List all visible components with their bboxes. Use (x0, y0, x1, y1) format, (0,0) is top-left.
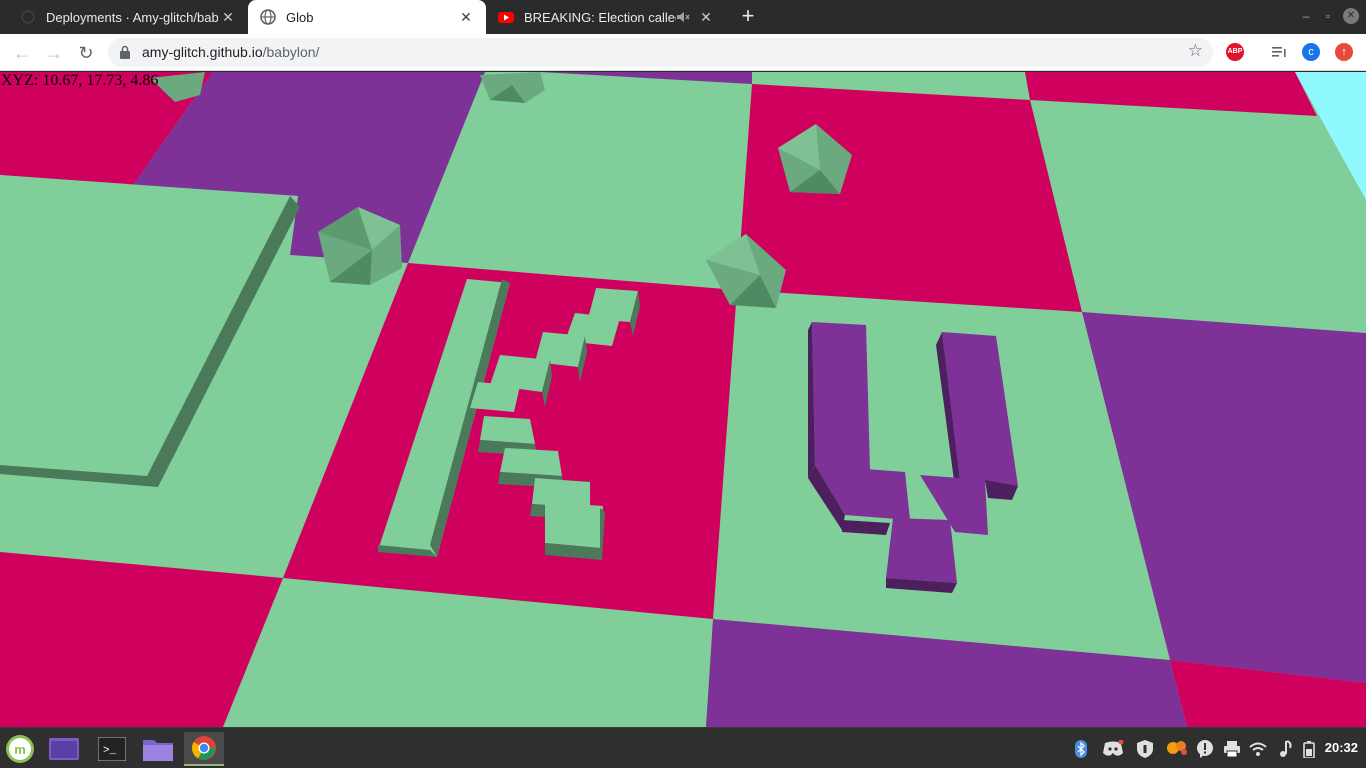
reload-button[interactable]: ↻ (73, 40, 99, 66)
mint-menu-icon[interactable]: m (0, 732, 40, 766)
address-bar[interactable]: amy-glitch.github.io/babylon/ ☆ (108, 38, 1213, 67)
globe-icon (260, 9, 276, 25)
files-icon[interactable] (138, 732, 178, 766)
tab-title: BREAKING: Election called (524, 9, 676, 25)
bookmark-star-icon[interactable]: ☆ (1188, 41, 1203, 61)
forward-button[interactable]: → (41, 40, 67, 66)
url-text: amy-glitch.github.io/babylon/ (142, 44, 319, 60)
minimize-icon[interactable]: – (1298, 8, 1314, 24)
vpn-shield-icon[interactable] (1136, 740, 1154, 758)
babylon-canvas[interactable]: XYZ: 10.67, 17.73, 4.86 (0, 72, 1366, 727)
browser-toolbar: ← → ↻ amy-glitch.github.io/babylon/ ☆ AB… (0, 34, 1366, 71)
svg-text:m: m (14, 742, 26, 757)
muted-speaker-icon[interactable] (676, 10, 690, 24)
close-tab-icon[interactable]: ✕ (456, 9, 476, 26)
tab-strip: Deployments · Amy-glitch/bab ✕ Glob ✕ BR… (0, 0, 1366, 34)
tab-deployments[interactable]: Deployments · Amy-glitch/bab ✕ (0, 0, 248, 34)
media-control-icon[interactable] (1271, 44, 1287, 60)
restore-icon[interactable]: ▫ (1320, 8, 1336, 24)
tab-title: Glob (286, 9, 314, 25)
discord-icon[interactable] (1102, 740, 1124, 758)
back-button[interactable]: ← (9, 40, 35, 66)
tab-youtube[interactable]: BREAKING: Election called ✕ (486, 0, 726, 34)
window-close-icon[interactable]: ✕ (1343, 8, 1359, 24)
close-tab-icon[interactable]: ✕ (218, 9, 238, 26)
coordinate-readout: XYZ: 10.67, 17.73, 4.86 (1, 72, 159, 89)
profile-avatar[interactable]: c (1302, 43, 1320, 61)
tab-glob[interactable]: Glob ✕ (248, 0, 486, 34)
bluetooth-icon[interactable] (1072, 740, 1090, 758)
clock[interactable]: 20:32 (1325, 740, 1358, 755)
tab-title: Deployments · Amy-glitch/bab (46, 9, 218, 25)
url-path: /babylon/ (262, 44, 320, 60)
new-tab-button[interactable]: + (736, 4, 760, 30)
pinwheel-icon[interactable] (1166, 740, 1188, 758)
adblock-plus-icon[interactable]: ABP (1226, 43, 1244, 61)
update-icon[interactable]: ↑ (1335, 43, 1353, 61)
battery-icon[interactable] (1300, 740, 1318, 758)
lock-icon (120, 45, 130, 59)
printer-icon[interactable] (1223, 740, 1241, 758)
svg-text:>_: >_ (103, 745, 117, 757)
floor-tile-pink (737, 84, 1082, 312)
alert-icon[interactable] (1196, 740, 1214, 758)
github-icon (21, 10, 35, 24)
terminal-icon[interactable]: >_ (92, 732, 132, 766)
scene-render (0, 72, 1366, 727)
close-tab-icon[interactable]: ✕ (696, 9, 716, 26)
music-icon[interactable] (1276, 740, 1294, 758)
taskbar: m >_ 20:32 (0, 727, 1366, 768)
youtube-icon (498, 12, 514, 23)
chrome-icon[interactable] (184, 732, 224, 766)
url-host: amy-glitch.github.io (142, 44, 263, 60)
workspace-icon[interactable] (44, 732, 84, 766)
wifi-icon[interactable] (1249, 740, 1267, 758)
